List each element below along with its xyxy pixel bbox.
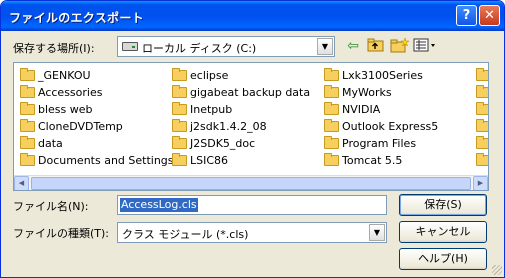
folder-icon [172, 153, 187, 166]
folder-icon [476, 68, 488, 81]
folder-icon [20, 68, 35, 81]
new-folder-icon[interactable] [390, 37, 410, 55]
folder-icon [324, 102, 339, 115]
export-dialog: ファイルのエクスポート ? ✕ 保存する場所(I): ローカル ディスク (C:… [0, 0, 505, 278]
local-disk-icon [122, 42, 138, 51]
help-button[interactable]: ヘルプ(H) [399, 248, 487, 270]
folder-icon [20, 119, 35, 132]
save-location-label: 保存する場所(I): [13, 42, 95, 55]
filename-value: AccessLog.cls [120, 198, 198, 212]
chevron-down-icon[interactable]: ▼ [369, 224, 385, 241]
folder-icon [324, 68, 339, 81]
resize-grip[interactable] [492, 265, 502, 275]
folder-icon [172, 85, 187, 98]
filename-input[interactable]: AccessLog.cls [117, 195, 387, 215]
folder-icon [172, 102, 187, 115]
title-bar[interactable]: ファイルのエクスポート ? ✕ [1, 1, 504, 31]
filetype-select[interactable]: クラス モジュール (*.cls) ▼ [117, 222, 387, 243]
folder-icon [476, 153, 488, 166]
folder-icon [476, 136, 488, 149]
close-button[interactable]: ✕ [479, 5, 500, 26]
filename-label: ファイル名(N): [13, 200, 89, 213]
folder-icon [20, 85, 35, 98]
chevron-down-icon[interactable]: ▼ [317, 38, 333, 55]
save-location-value: ローカル ディスク (C:) [142, 42, 257, 55]
filetype-label: ファイルの種類(T): [13, 227, 110, 240]
save-location-select[interactable]: ローカル ディスク (C:) ▼ [117, 36, 335, 57]
folder-icon [324, 85, 339, 98]
scroll-right-icon[interactable]: ▶ [473, 176, 488, 190]
up-folder-icon[interactable] [366, 37, 386, 55]
filetype-value: クラス モジュール (*.cls) [122, 228, 249, 241]
scroll-left-icon[interactable]: ◀ [14, 176, 29, 190]
back-arrow-icon[interactable]: ⇦ [343, 37, 363, 55]
folder-icon [324, 119, 339, 132]
folder-icon [172, 119, 187, 132]
folder-icon [20, 136, 35, 149]
views-menu-icon[interactable] [413, 37, 437, 55]
folder-icon [324, 136, 339, 149]
folder-icon [172, 68, 187, 81]
folder-icon [20, 153, 35, 166]
file-list[interactable]: _GENKOU Accessories bless web CloneDVDTe… [13, 62, 489, 191]
scroll-thumb[interactable] [31, 177, 471, 190]
folder-icon [20, 102, 35, 115]
save-button[interactable]: 保存(S) [399, 194, 487, 216]
folder-icon [476, 119, 488, 132]
folder-icon [476, 102, 488, 115]
help-title-button[interactable]: ? [456, 5, 477, 26]
folder-icon [324, 153, 339, 166]
dialog-title: ファイルのエクスポート [9, 11, 144, 25]
cancel-button[interactable]: キャンセル [399, 221, 487, 243]
horizontal-scrollbar[interactable]: ◀ ▶ [14, 175, 488, 190]
folder-icon [476, 85, 488, 98]
folder-icon [172, 136, 187, 149]
